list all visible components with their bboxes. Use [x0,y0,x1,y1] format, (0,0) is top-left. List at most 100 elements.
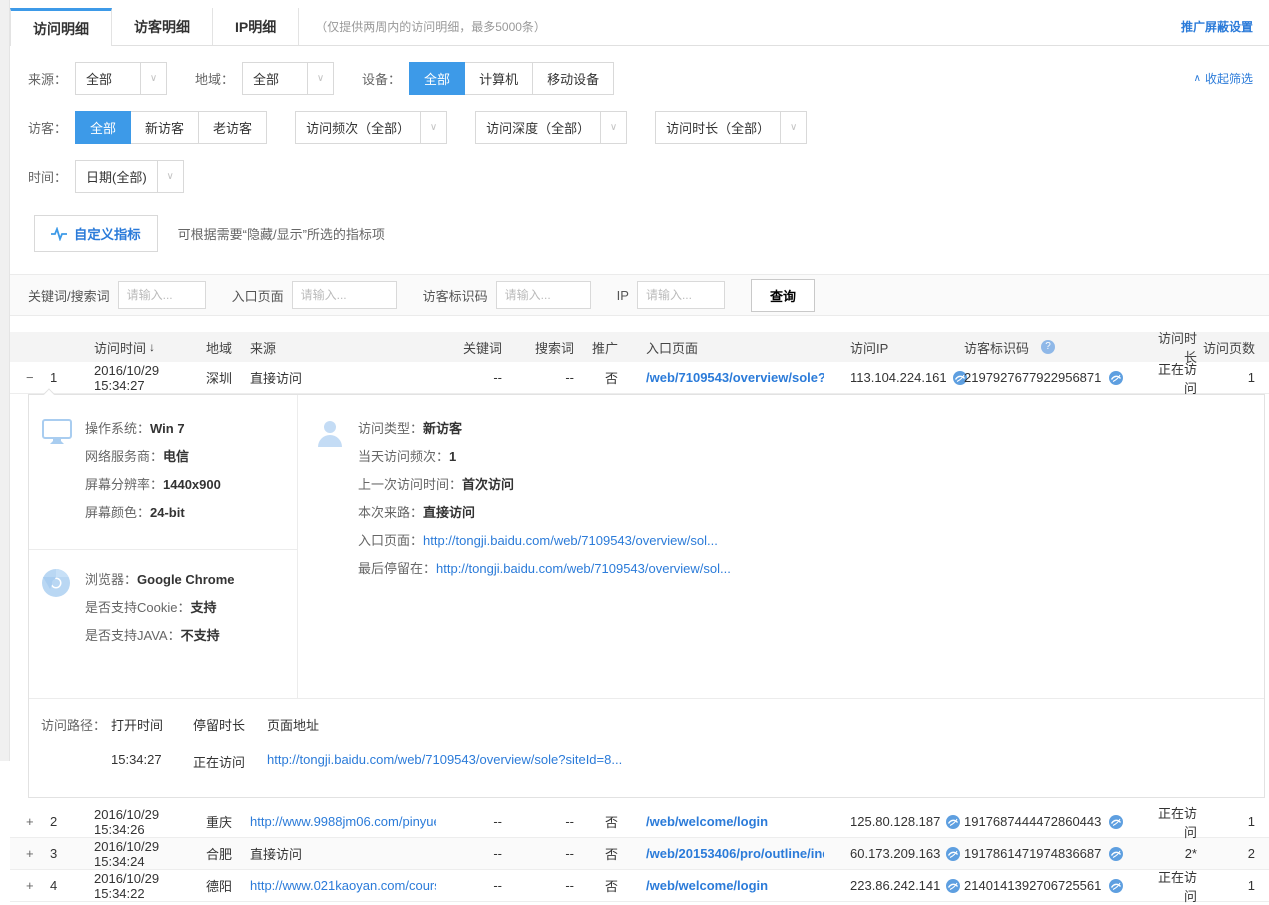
detail-value: 电信 [163,449,189,464]
ip-input[interactable] [637,281,725,309]
col-visit-time[interactable]: 访问时间 ↓ [76,338,206,357]
promo-cell: 否 [574,876,618,895]
detail-label: 是否支持Cookie： [85,600,190,615]
promo-block-settings-link[interactable]: 推广屏蔽设置 [1181,8,1269,45]
visit-detail-panel: 操作系统：Win 7 网络服务商：电信 屏幕分辨率：1440x900 屏幕颜色：… [28,394,1265,798]
expand-row-button[interactable]: + [26,846,50,861]
device-mobile-button[interactable]: 移动设备 [532,62,614,95]
detail-label: 网络服务商： [85,449,163,464]
detail-label: 访问类型： [358,421,423,436]
region-filter-label: 地域： [195,69,234,88]
col-region: 地域 [206,338,250,357]
pulse-icon [51,227,67,241]
source-link[interactable]: http://www.9988jm06.com/pinyue... [250,814,436,829]
source-cell: 直接访问 [250,368,436,387]
globe-icon[interactable] [1109,815,1123,829]
ip-cell: 60.173.209.163 [824,846,964,861]
visit-depth-dropdown[interactable]: 访问深度（全部） ∨ [475,111,627,144]
last-page-url-link[interactable]: http://tongji.baidu.com/web/7109543/over… [436,561,731,576]
device-info-column: 操作系统：Win 7 网络服务商：电信 屏幕分辨率：1440x900 屏幕颜色：… [29,395,297,698]
table-row: + 4 2016/10/29 15:34:22 德阳 http://www.02… [10,870,1269,902]
time-dropdown[interactable]: 日期(全部) ∨ [75,160,184,193]
row-number: 1 [50,370,76,385]
visit-frequency-value: 访问频次（全部） [295,111,421,144]
table-row: − 1 2016/10/29 15:34:27 深圳 直接访问 -- -- 否 … [10,362,1269,394]
keyword-cell: -- [436,370,502,385]
custom-metric-button[interactable]: 自定义指标 [34,215,158,252]
promo-cell: 否 [574,368,618,387]
table-row: + 3 2016/10/29 15:34:24 合肥 直接访问 -- -- 否 … [10,838,1269,870]
visit-path-section: 访问路径： 打开时间 停留时长 页面地址 访问路径： 15:34:27 正在访问… [29,698,1264,797]
entry-page-link[interactable]: /web/20153406/pro/outline/index... [646,846,824,861]
source-dropdown-value: 全部 [75,62,141,95]
collapse-row-button[interactable]: − [26,370,50,385]
expand-row-button[interactable]: + [26,878,50,893]
promo-cell: 否 [574,844,618,863]
globe-icon[interactable] [1109,879,1123,893]
entry-page-link[interactable]: /web/welcome/login [646,814,768,829]
visitor-id-cell: 1917687444472860443 [964,814,1148,829]
visit-frequency-dropdown[interactable]: 访问频次（全部） ∨ [295,111,447,144]
duration-cell: 正在访问 [1148,867,1197,905]
tab-strip: 访问明细 访客明细 IP明细 （仅提供两周内的访问明细，最多5000条） 推广屏… [10,8,1269,46]
visitor-id-cell: 2140141392706725561 [964,878,1148,893]
visitor-filter-label: 访客： [28,118,67,137]
entry-page-input[interactable] [292,281,397,309]
region-dropdown[interactable]: 全部 ∨ [242,62,334,95]
visitor-id-input[interactable] [496,281,591,309]
device-all-button[interactable]: 全部 [409,62,465,95]
col-search-word: 搜索词 [502,338,574,357]
visit-path-label: 访问路径： [41,715,111,734]
open-time-header: 打开时间 [111,715,193,734]
visitor-person-icon [314,415,358,583]
visit-duration-dropdown[interactable]: 访问时长（全部） ∨ [655,111,807,144]
visitor-new-button[interactable]: 新访客 [130,111,199,144]
visitor-id-value: 1917687444472860443 [964,814,1101,829]
detail-value: 1 [449,449,456,464]
path-page-url-link[interactable]: http://tongji.baidu.com/web/7109543/over… [267,752,622,771]
globe-icon[interactable] [1109,847,1123,861]
query-button[interactable]: 查询 [751,279,815,312]
source-dropdown[interactable]: 全部 ∨ [75,62,167,95]
detail-label: 本次来路： [358,505,423,520]
visitor-id-cell: 2197927677922956871 [964,370,1148,385]
detail-label: 屏幕分辨率： [85,477,163,492]
search-band: 关键词/搜索词 入口页面 访客标识码 IP 查询 [10,274,1269,316]
entry-page-link[interactable]: /web/7109543/overview/sole?siteI... [646,370,824,385]
globe-icon[interactable] [1109,371,1123,385]
ip-value: 60.173.209.163 [850,846,940,861]
page-url-header: 页面地址 [267,715,319,734]
visit-time-cell: 2016/10/29 15:34:24 [76,839,206,869]
globe-icon[interactable] [946,815,960,829]
keyword-cell: -- [436,846,502,861]
col-entry-page: 入口页面 [618,338,824,357]
table-row: + 2 2016/10/29 15:34:26 重庆 http://www.99… [10,806,1269,838]
pages-cell: 1 [1197,814,1255,829]
custom-metric-hint: 可根据需要“隐藏/显示”所选的指标项 [178,224,385,243]
tab-visit-detail[interactable]: 访问明细 [10,8,112,46]
tab-ip-detail[interactable]: IP明细 [213,8,299,45]
region-dropdown-value: 全部 [242,62,308,95]
collapse-filters-link[interactable]: ∧ 收起筛选 [1194,70,1269,87]
entry-page-link[interactable]: /web/welcome/login [646,878,768,893]
source-link[interactable]: http://www.021kaoyan.com/cours... [250,878,436,893]
col-visit-pages: 访问页数 [1197,338,1255,357]
detail-label: 浏览器： [85,572,137,587]
visitor-old-button[interactable]: 老访客 [198,111,267,144]
region-cell: 深圳 [206,368,250,387]
device-pc-button[interactable]: 计算机 [464,62,533,95]
keyword-search-input[interactable] [118,281,206,309]
visitor-id-value: 2140141392706725561 [964,878,1101,893]
chrome-browser-icon [41,566,85,650]
help-icon[interactable]: ? [1041,340,1055,354]
tab-visitor-detail[interactable]: 访客明细 [112,8,213,45]
globe-icon[interactable] [946,879,960,893]
promo-cell: 否 [574,812,618,831]
ip-label: IP [617,288,629,303]
entry-page-url-link[interactable]: http://tongji.baidu.com/web/7109543/over… [423,533,718,548]
expand-row-button[interactable]: + [26,814,50,829]
globe-icon[interactable] [946,847,960,861]
visit-time-cell: 2016/10/29 15:34:26 [76,807,206,837]
detail-value: Win 7 [150,421,185,436]
visitor-all-button[interactable]: 全部 [75,111,131,144]
